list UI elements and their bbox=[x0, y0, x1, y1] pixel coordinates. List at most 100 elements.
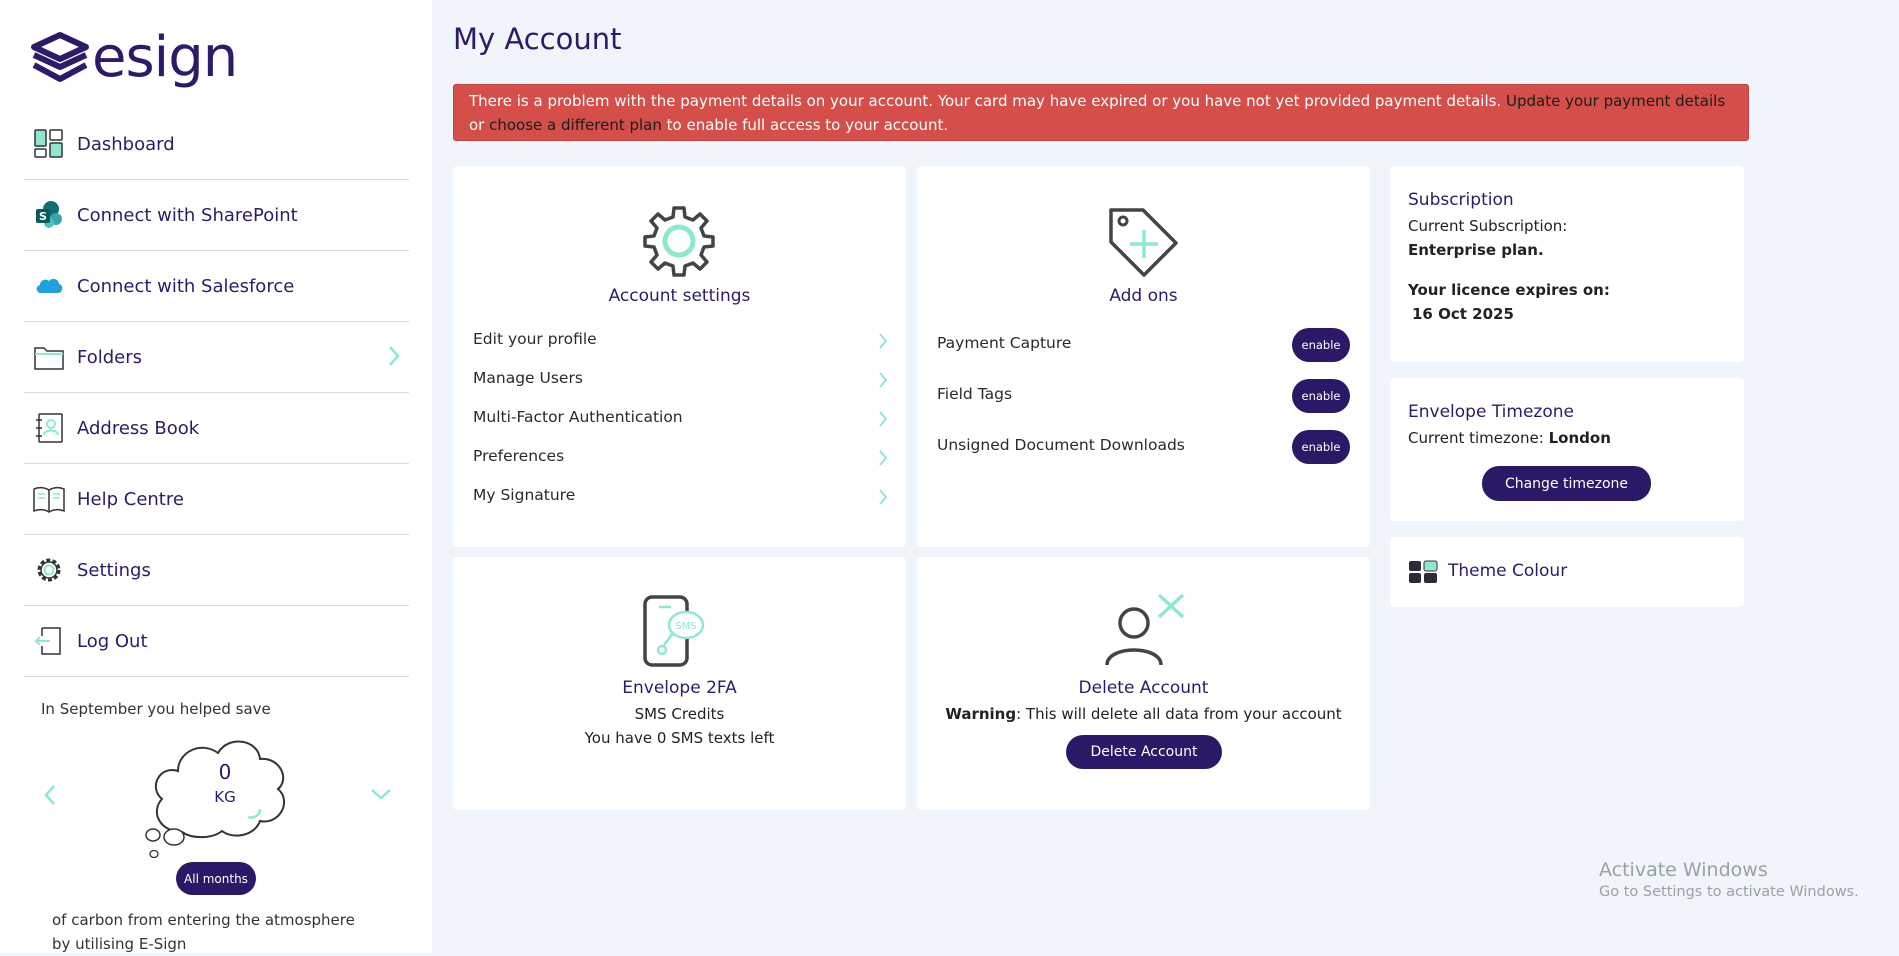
sidebar-item-label: Connect with SharePoint bbox=[77, 204, 298, 226]
carbon-outro-text: of carbon from entering the atmosphere b… bbox=[52, 911, 355, 953]
list-item-label: My Signature bbox=[473, 486, 576, 504]
card-title: Account settings bbox=[608, 286, 751, 306]
main-content: My Account There is a problem with the p… bbox=[432, 0, 1899, 953]
chevron-left-icon[interactable] bbox=[42, 784, 58, 806]
sidebar-nav: Dashboard S Connect with SharePoint Conn… bbox=[24, 109, 409, 677]
dashboard-icon bbox=[33, 128, 65, 160]
licence-expires-date: 16 Oct 2025 bbox=[1412, 305, 1514, 323]
addons-card: Add ons Payment Capture enable Field Tag… bbox=[917, 166, 1370, 547]
sidebar-item-label: Dashboard bbox=[77, 133, 175, 155]
logo-text: esign bbox=[92, 25, 238, 90]
delete-warning: Warning: This will delete all data from … bbox=[917, 705, 1370, 723]
alert-text: to enable full access to your account. bbox=[661, 116, 949, 134]
addon-row-field-tags: Field Tags enable bbox=[937, 379, 1350, 415]
current-subscription-label: Current Subscription: bbox=[1408, 217, 1568, 235]
carbon-unit: KG bbox=[214, 788, 236, 806]
sidebar-item-log-out[interactable]: Log Out bbox=[24, 606, 409, 677]
esign-logo[interactable]: esign bbox=[30, 25, 238, 90]
sidebar-item-label: Log Out bbox=[77, 630, 148, 652]
preferences-link[interactable]: Preferences bbox=[473, 447, 888, 471]
log-out-icon bbox=[33, 625, 65, 657]
activate-windows-title: Activate Windows bbox=[1599, 859, 1768, 881]
subscription-card: Subscription Current Subscription: Enter… bbox=[1390, 166, 1744, 362]
chevron-right-icon bbox=[879, 333, 888, 349]
sidebar-item-address-book[interactable]: Address Book bbox=[24, 393, 409, 464]
current-timezone-label: Current timezone: bbox=[1408, 429, 1544, 447]
my-signature-link[interactable]: My Signature bbox=[473, 486, 888, 510]
addon-row-unsigned-downloads: Unsigned Document Downloads enable bbox=[937, 430, 1350, 466]
theme-colour-card[interactable]: Theme Colour bbox=[1390, 537, 1744, 607]
theme-swatches-icon bbox=[1409, 560, 1438, 583]
subscription-plan: Enterprise plan. bbox=[1408, 241, 1544, 259]
price-tag-plus-icon bbox=[1109, 208, 1178, 277]
addon-label: Unsigned Document Downloads bbox=[937, 436, 1185, 454]
chevron-right-icon bbox=[879, 372, 888, 388]
sidebar-item-label: Connect with Salesforce bbox=[77, 275, 295, 297]
addon-row-payment-capture: Payment Capture enable bbox=[937, 328, 1350, 364]
delete-account-card: Delete Account Warning: This will delete… bbox=[917, 557, 1370, 810]
payment-alert: There is a problem with the payment deta… bbox=[453, 84, 1749, 141]
sidebar-item-folders[interactable]: Folders bbox=[24, 322, 409, 393]
enable-field-tags-button[interactable]: enable bbox=[1292, 379, 1350, 413]
sms-label: SMS bbox=[675, 621, 696, 632]
activate-windows-subtitle: Go to Settings to activate Windows. bbox=[1599, 884, 1859, 900]
edit-profile-link[interactable]: Edit your profile bbox=[473, 330, 888, 354]
sidebar-item-label: Folders bbox=[77, 346, 143, 368]
choose-plan-link[interactable]: choose a different plan bbox=[489, 116, 662, 134]
addon-label: Field Tags bbox=[937, 385, 1013, 403]
sharepoint-icon: S bbox=[33, 199, 65, 231]
gear-icon bbox=[33, 554, 65, 586]
envelope-2fa-card: SMS Envelope 2FA SMS Credits You have 0 … bbox=[453, 557, 906, 810]
card-title: Delete Account bbox=[1078, 678, 1209, 698]
sidebar-item-sharepoint[interactable]: S Connect with SharePoint bbox=[24, 180, 409, 251]
timezone-card: Envelope Timezone Current timezone: Lond… bbox=[1390, 378, 1744, 521]
alert-text: There is a problem with the payment deta… bbox=[469, 92, 1506, 110]
sidebar-item-help-centre[interactable]: Help Centre bbox=[24, 464, 409, 535]
esign-logo-icon bbox=[31, 32, 89, 82]
sidebar-item-dashboard[interactable]: Dashboard bbox=[24, 109, 409, 180]
alert-text: or bbox=[469, 116, 490, 134]
card-title: Envelope 2FA bbox=[622, 678, 737, 698]
open-book-icon bbox=[33, 483, 65, 515]
sidebar-item-settings[interactable]: Settings bbox=[24, 535, 409, 606]
all-months-button[interactable]: All months bbox=[176, 862, 256, 895]
chevron-right-icon bbox=[389, 346, 400, 366]
enable-payment-capture-button[interactable]: enable bbox=[1292, 328, 1350, 362]
list-item-label: Preferences bbox=[473, 447, 565, 465]
sidebar-item-label: Settings bbox=[77, 559, 151, 581]
address-book-icon bbox=[33, 412, 65, 444]
timezone-title: Envelope Timezone bbox=[1408, 402, 1574, 422]
list-item-label: Manage Users bbox=[473, 369, 583, 387]
sidebar-item-label: Help Centre bbox=[77, 488, 184, 510]
sidebar-item-salesforce[interactable]: Connect with Salesforce bbox=[24, 251, 409, 322]
folder-icon bbox=[33, 341, 65, 373]
update-payment-link[interactable]: Update your payment details bbox=[1506, 92, 1725, 110]
delete-account-button[interactable]: Delete Account bbox=[1066, 735, 1222, 769]
licence-expires-label: Your licence expires on: bbox=[1408, 281, 1610, 299]
card-title: Add ons bbox=[1109, 286, 1178, 306]
phone-sms-icon: SMS bbox=[643, 595, 705, 667]
current-timezone: Current timezone: London bbox=[1408, 429, 1611, 447]
manage-users-link[interactable]: Manage Users bbox=[473, 369, 888, 393]
list-item-label: Edit your profile bbox=[473, 330, 597, 348]
chevron-right-icon bbox=[879, 489, 888, 505]
enable-unsigned-downloads-button[interactable]: enable bbox=[1292, 430, 1350, 464]
page-title: My Account bbox=[453, 22, 622, 56]
warning-text: : This will delete all data from your ac… bbox=[1016, 705, 1342, 723]
gear-icon bbox=[643, 206, 715, 277]
chevron-right-icon bbox=[879, 450, 888, 466]
account-settings-card: Account settings Edit your profile Manag… bbox=[453, 166, 906, 547]
chevron-down-icon[interactable] bbox=[370, 786, 392, 802]
remove-user-icon bbox=[1105, 593, 1185, 666]
current-timezone-value: London bbox=[1548, 429, 1611, 447]
sidebar-item-label: Address Book bbox=[77, 417, 200, 439]
svg-text:S: S bbox=[39, 210, 47, 223]
carbon-value: 0 bbox=[218, 760, 232, 784]
change-timezone-button[interactable]: Change timezone bbox=[1482, 466, 1651, 501]
chevron-right-icon bbox=[879, 411, 888, 427]
sidebar: esign Dashboard S Connect with SharePoin… bbox=[0, 0, 432, 953]
warning-label: Warning bbox=[945, 705, 1017, 723]
theme-colour-title: Theme Colour bbox=[1448, 561, 1568, 581]
mfa-link[interactable]: Multi-Factor Authentication bbox=[473, 408, 888, 432]
salesforce-cloud-icon bbox=[33, 270, 65, 302]
